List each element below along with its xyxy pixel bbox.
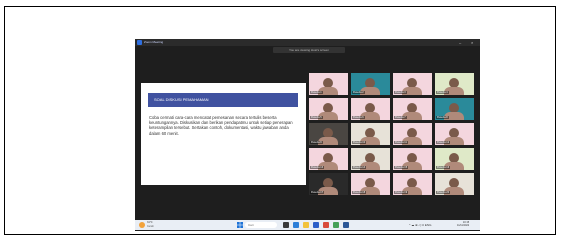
close-button[interactable]: ×	[471, 40, 473, 45]
participant-name: Peserta 6	[352, 116, 365, 119]
participant-tile[interactable]: Peserta 8	[435, 98, 474, 120]
participant-name: Peserta 10	[352, 141, 367, 144]
participant-name: Peserta 15	[394, 166, 409, 169]
participant-tile[interactable]: Peserta 9	[309, 123, 348, 145]
participant-tile[interactable]: Peserta 4	[435, 73, 474, 95]
participant-tile[interactable]: Peserta 18	[351, 173, 390, 195]
participant-tile[interactable]: Peserta 11	[393, 123, 432, 145]
participant-name: Peserta 4	[436, 91, 449, 94]
participant-name: Peserta 3	[394, 91, 407, 94]
slide-heading: SOAL DISKUSI PEMAHAMAN	[148, 93, 298, 107]
participant-tile[interactable]: Peserta 12	[435, 123, 474, 145]
minimize-button[interactable]: –	[459, 40, 461, 45]
zoom-taskbar-icon[interactable]	[313, 222, 319, 228]
windows-start-icon[interactable]	[237, 222, 243, 228]
participant-tile[interactable]: Peserta 2	[351, 73, 390, 95]
clock-date: 11/11/2022	[457, 224, 470, 227]
participant-name: Peserta 7	[394, 116, 407, 119]
participant-name: Peserta 17	[310, 191, 325, 194]
participant-tile[interactable]: Peserta 7	[393, 98, 432, 120]
participant-name: Peserta 18	[352, 191, 367, 194]
store-icon[interactable]	[333, 222, 339, 228]
participant-tile[interactable]: Peserta 19	[393, 173, 432, 195]
slide-text: Coba cermati cara-cara mencatat pemesana…	[149, 115, 293, 136]
participant-name: Peserta 11	[394, 141, 408, 144]
participant-name: Peserta 12	[436, 141, 451, 144]
word-icon[interactable]	[343, 222, 349, 228]
participant-tile[interactable]: Peserta 16	[435, 148, 474, 170]
participant-name: Peserta 9	[310, 141, 323, 144]
file-explorer-icon[interactable]	[303, 222, 309, 228]
clock[interactable]: 10:15 11/11/2022	[457, 221, 469, 227]
shared-slide: SOAL DISKUSI PEMAHAMAN Coba cermati cara…	[141, 83, 306, 185]
participant-name: Peserta 1	[310, 91, 323, 94]
participant-name: Peserta 5	[310, 116, 323, 119]
participant-name: Peserta 20	[436, 191, 451, 194]
participant-name: Peserta 2	[352, 91, 365, 94]
share-banner[interactable]: You are viewing Host's screen	[273, 47, 345, 53]
participant-tile[interactable]: Peserta 5	[309, 98, 348, 120]
participant-name: Peserta 19	[394, 191, 409, 194]
title-bar: Zoom Meeting – ×	[135, 39, 480, 46]
system-tray[interactable]: ^ ☁ ⊕ ◁ ⊡ ENG	[409, 223, 431, 227]
chrome-icon[interactable]	[323, 222, 329, 228]
window-title: Zoom Meeting	[144, 40, 164, 44]
taskbar-search[interactable]: Cari	[245, 222, 277, 228]
participant-tile[interactable]: Peserta 20	[435, 173, 474, 195]
edge-icon[interactable]	[293, 222, 299, 228]
document-frame: Zoom Meeting – × You are viewing Host's …	[4, 6, 556, 235]
participant-tile[interactable]: Peserta 14	[351, 148, 390, 170]
windows-taskbar: 31°C Cerah Cari ^ ☁ ⊕ ◁ ⊡ ENG 10:15 11/1…	[135, 220, 480, 230]
zoom-window: Zoom Meeting – × You are viewing Host's …	[135, 39, 480, 231]
participant-tile[interactable]: Peserta 6	[351, 98, 390, 120]
weather-condition: Cerah	[147, 225, 154, 228]
participant-name: Peserta 8	[436, 116, 449, 119]
task-view-icon[interactable]	[283, 222, 289, 228]
participant-tile[interactable]: Peserta 13	[309, 148, 348, 170]
participant-name: Peserta 13	[310, 166, 325, 169]
participant-name: Peserta 16	[436, 166, 451, 169]
participant-tile[interactable]: Peserta 15	[393, 148, 432, 170]
weather-icon[interactable]	[139, 222, 145, 228]
zoom-app-icon	[137, 40, 142, 45]
participant-tile[interactable]: Peserta 17	[309, 173, 348, 195]
participant-tile[interactable]: Peserta 3	[393, 73, 432, 95]
participant-tile[interactable]: Peserta 1	[309, 73, 348, 95]
participant-name: Peserta 14	[352, 166, 367, 169]
weather-temperature: 31°C	[147, 221, 153, 224]
participant-tile[interactable]: Peserta 10	[351, 123, 390, 145]
